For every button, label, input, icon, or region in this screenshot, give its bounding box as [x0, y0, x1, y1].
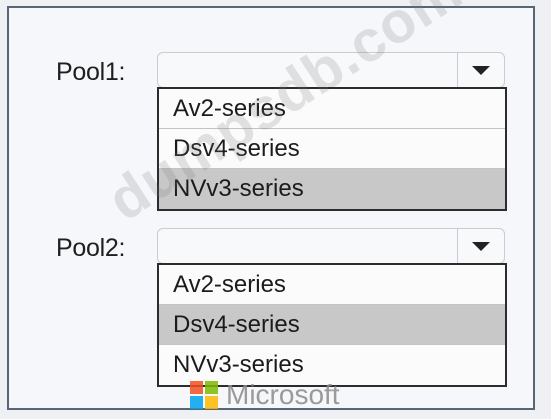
pool1-option-nvv3[interactable]: NVv3-series	[159, 169, 505, 209]
chevron-down-icon	[472, 65, 490, 75]
pool1-label: Pool1:	[56, 58, 126, 86]
pool2-dropdown-toggle[interactable]	[457, 229, 504, 263]
pool2-options-list: Av2-series Dsv4-series NVv3-series	[157, 263, 507, 387]
microsoft-logo: Microsoft	[190, 381, 340, 409]
microsoft-wordmark: Microsoft	[226, 379, 340, 410]
pool1-option-av2[interactable]: Av2-series	[159, 89, 505, 129]
pool1-option-dsv4[interactable]: Dsv4-series	[159, 129, 505, 169]
pool2-option-av2[interactable]: Av2-series	[159, 265, 505, 305]
pool2-dropdown[interactable]	[157, 228, 505, 264]
pool2-label: Pool2:	[56, 234, 126, 262]
chevron-down-icon	[472, 241, 490, 251]
pool1-dropdown[interactable]	[157, 52, 505, 88]
pool1-dropdown-toggle[interactable]	[457, 53, 504, 87]
pool1-options-list: Av2-series Dsv4-series NVv3-series	[157, 87, 507, 211]
microsoft-logo-icon	[190, 381, 218, 409]
answer-area-frame: Pool1: Av2-series Dsv4-series NVv3-serie…	[7, 6, 535, 410]
pool2-option-dsv4[interactable]: Dsv4-series	[159, 305, 505, 345]
